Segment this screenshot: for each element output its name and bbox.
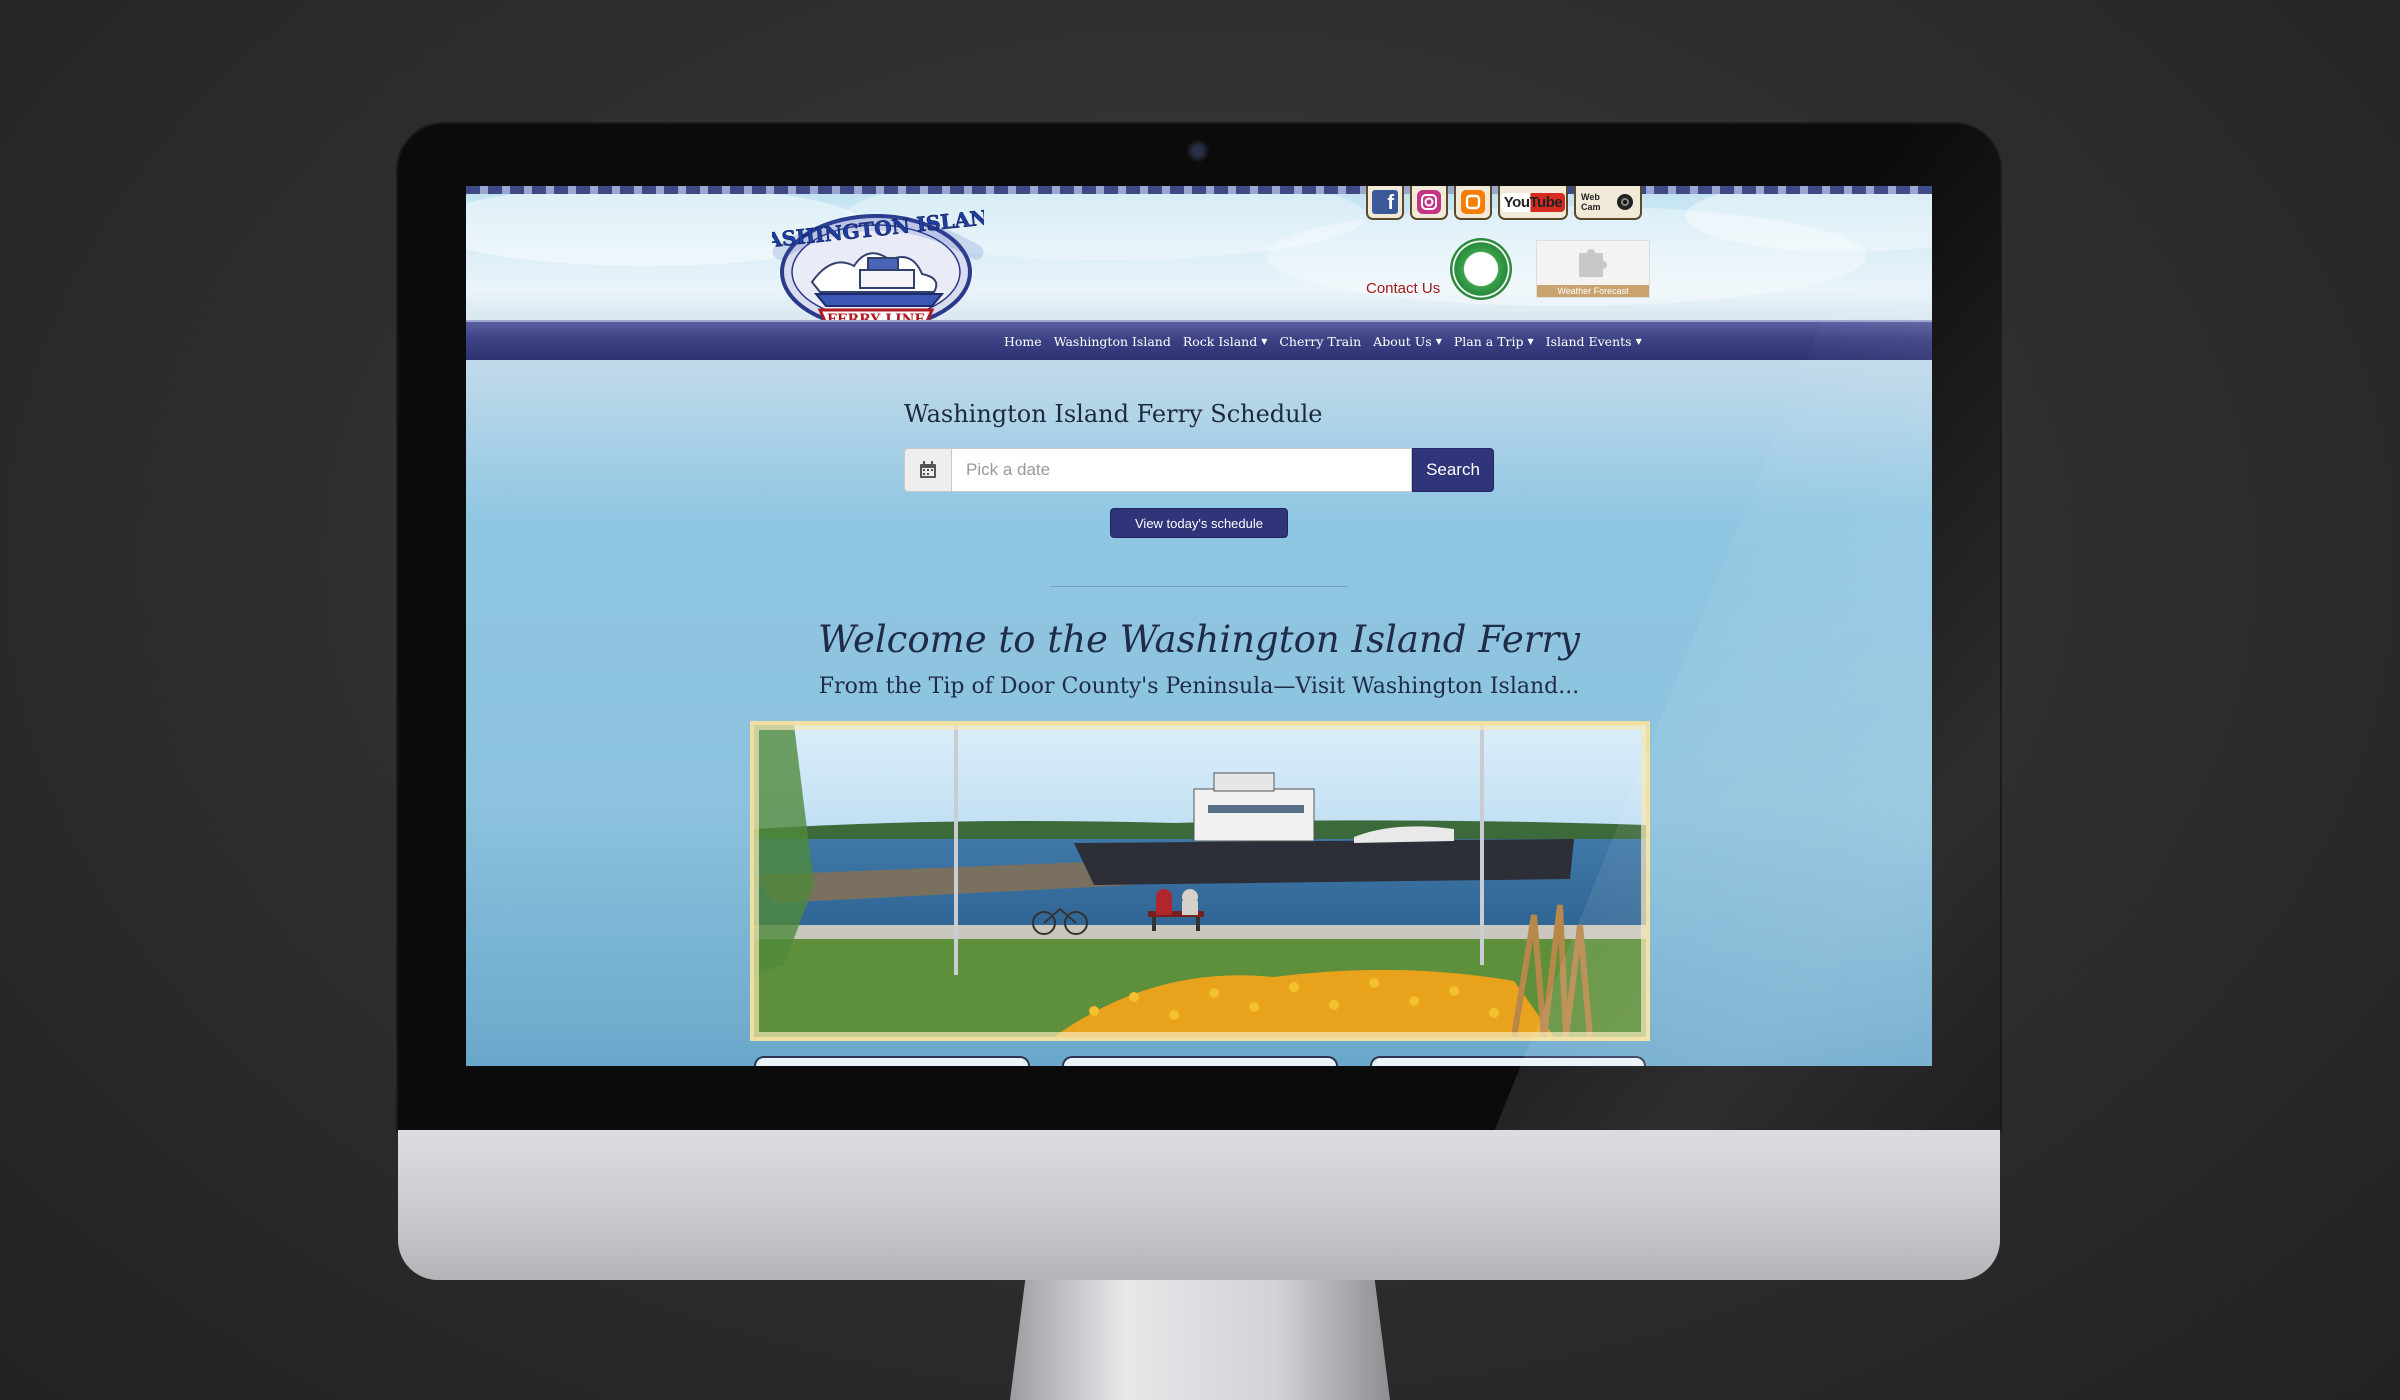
caret-down-icon: ▼ [1635,336,1642,346]
facebook-icon: f [1372,190,1398,214]
section-divider [1050,586,1348,587]
green-certification-badge-icon[interactable] [1450,238,1512,300]
feature-tab[interactable] [1370,1056,1646,1066]
facebook-letter: f [1387,192,1394,214]
weather-forecast-widget[interactable]: Weather Forecast [1536,240,1650,298]
nav-about-us[interactable]: About Us ▼ [1373,334,1442,349]
nav-washington-island[interactable]: Washington Island [1054,334,1171,349]
header-scallop-border [466,186,1932,194]
schedule-title: Washington Island Ferry Schedule [904,400,1323,428]
puzzle-icon [1579,249,1607,277]
view-todays-schedule-button[interactable]: View today's schedule [1110,508,1288,538]
social-links: f YouTube Web Cam [1366,186,1642,224]
blogger-icon [1461,190,1485,214]
caret-down-icon: ▼ [1527,336,1534,346]
webcam-link[interactable]: Web Cam [1574,186,1642,220]
nav-home-label: Home [1004,333,1042,349]
main-navigation: Home Washington Island Rock Island ▼ Cher… [466,320,1932,360]
search-button[interactable]: Search [1412,448,1494,492]
browser-screen: WASHINGTON ISLAND FERRY LINE f [466,186,1932,1066]
calendar-button[interactable] [904,448,952,492]
welcome-heading: Welcome to the Washington Island Ferry [817,618,1581,661]
nav-plan-a-trip-label: Plan a Trip [1453,333,1524,349]
feature-tab[interactable] [1062,1056,1338,1066]
weather-forecast-label: Weather Forecast [1537,285,1649,297]
date-picker-input[interactable] [952,448,1412,492]
site-header: WASHINGTON ISLAND FERRY LINE f [466,186,1932,330]
welcome-subheading: From the Tip of Door County's Peninsula—… [818,674,1580,699]
webcam-text: Web Cam [1581,192,1601,212]
monitor-bezel: WASHINGTON ISLAND FERRY LINE f [398,124,2000,1130]
nav-plan-a-trip[interactable]: Plan a Trip ▼ [1454,334,1534,349]
nav-home[interactable]: Home [1004,334,1042,349]
youtube-text: YouTube [1500,192,1566,212]
nav-island-events[interactable]: Island Events ▼ [1546,334,1642,349]
monitor-stand [1010,1280,1390,1400]
camera-icon [1187,140,1209,162]
youtube-icon: YouTube [1500,192,1566,212]
nav-island-events-label: Island Events [1545,333,1632,349]
caret-down-icon: ▼ [1435,336,1442,346]
youtube-link[interactable]: YouTube [1498,186,1568,220]
feature-tab[interactable] [754,1056,1030,1066]
ferry-dock-scene [754,725,1646,1037]
caret-down-icon: ▼ [1261,336,1268,346]
date-search-group: Search [904,448,1494,492]
monitor-chin [398,1130,2000,1280]
webcam-icon [1617,194,1633,210]
blogger-link[interactable] [1454,186,1492,220]
instagram-icon [1417,190,1441,214]
nav-about-us-label: About Us [1373,333,1432,349]
nav-rock-island[interactable]: Rock Island ▼ [1183,334,1268,349]
contact-us-link[interactable]: Contact Us [1366,280,1440,297]
nav-rock-island-label: Rock Island [1182,333,1258,349]
nav-washington-island-label: Washington Island [1053,333,1171,349]
nav-cherry-train[interactable]: Cherry Train [1279,334,1361,349]
calendar-icon [920,461,936,478]
instagram-link[interactable] [1410,186,1448,220]
ferry-dock-photo [750,721,1650,1041]
feature-tabs [750,1056,1650,1066]
facebook-link[interactable]: f [1366,186,1404,220]
nav-cherry-train-label: Cherry Train [1279,333,1362,349]
washington-island-ferry-logo[interactable]: WASHINGTON ISLAND FERRY LINE [772,200,984,338]
sky-background [466,186,1932,306]
